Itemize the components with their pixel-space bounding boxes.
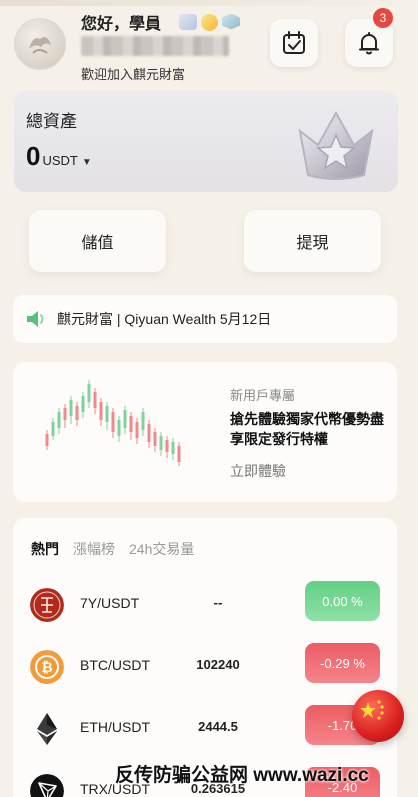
calendar-check-icon <box>283 31 305 54</box>
language-flag-button[interactable] <box>352 690 404 742</box>
withdraw-button[interactable]: 提現 <box>244 210 381 272</box>
welcome-text: 歡迎加入麒元財富 <box>81 67 186 82</box>
pair-name: ETH/USDT <box>80 719 150 735</box>
change-badge: -0.29 % <box>305 643 380 683</box>
gem-badge-icon <box>222 13 241 30</box>
eth-coin-icon <box>37 713 57 745</box>
market-tabs: 熱門 漲幅榜 24h交易量 <box>31 539 194 559</box>
notification-badge: 3 <box>373 8 393 28</box>
last-price: 102240 <box>196 657 240 672</box>
total-assets-card[interactable]: 總資產 0 USDT ▼ <box>14 91 398 192</box>
promo-card[interactable]: 新用戶專屬 搶先體驗獨家代幣優勢盡享限定發行特權 立即體驗 <box>13 362 397 502</box>
greeting-text: 您好，學員 <box>81 16 162 33</box>
total-assets-label: 總資產 <box>26 112 77 131</box>
avatar[interactable] <box>14 18 66 70</box>
member-badges <box>179 13 241 31</box>
deposit-button[interactable]: 儲值 <box>29 210 166 272</box>
china-flag-icon <box>360 700 384 720</box>
change-badge: 0.00 % <box>305 581 380 621</box>
last-price: -- <box>213 595 223 610</box>
assets-amount: 0 <box>26 141 41 171</box>
greeting: 您好，學員 <box>81 10 241 34</box>
watermark: 反传防骗公益网 www.wazi.cc <box>115 765 369 786</box>
market-row[interactable]: 7Y/USDT -- 0.00 % <box>13 578 397 638</box>
market-list: 熱門 漲幅榜 24h交易量 7Y/USDT -- 0.00 % ₿ BTC/US… <box>13 518 397 797</box>
chevron-down-icon[interactable]: ▼ <box>82 157 92 168</box>
header: 您好，學員 歡迎加入麒元財富 <box>14 8 404 82</box>
promo-cta-link[interactable]: 立即體驗 <box>230 461 286 481</box>
crown-star-icon <box>298 110 374 180</box>
gold-badge-icon <box>201 13 219 31</box>
market-row[interactable]: ₿ BTC/USDT 102240 -0.29 % <box>13 640 397 700</box>
market-row[interactable]: ETH/USDT 2444.5 -1.70 <box>13 702 397 762</box>
tab-hot[interactable]: 熱門 <box>31 539 59 559</box>
status-bar <box>0 0 418 6</box>
candlestick-chart-icon <box>45 380 181 466</box>
last-price: 2444.5 <box>198 719 238 734</box>
total-assets-value: 0 USDT ▼ <box>26 141 92 172</box>
svg-text:₿: ₿ <box>41 660 52 676</box>
blurred-user-id <box>81 36 229 56</box>
logo-icon <box>29 37 51 54</box>
announcement-bar[interactable]: 麒元財富 | Qiyuan Wealth 5月12日 <box>13 295 397 343</box>
diamond-badge-icon <box>179 13 198 30</box>
promo-title: 搶先體驗獨家代幣優勢盡享限定發行特權 <box>230 411 384 447</box>
promo-tag: 新用戶專屬 <box>230 388 296 403</box>
btc-coin-icon: ₿ <box>30 650 64 684</box>
bell-icon <box>359 32 379 55</box>
trx-coin-icon <box>30 774 64 797</box>
checkin-button[interactable] <box>270 19 318 67</box>
announcement-text: 麒元財富 | Qiyuan Wealth 5月12日 <box>57 311 272 327</box>
pair-name: BTC/USDT <box>80 657 150 673</box>
7y-coin-icon <box>30 588 64 622</box>
pair-name: 7Y/USDT <box>80 595 140 611</box>
tab-volume[interactable]: 24h交易量 <box>129 539 194 559</box>
tab-gainers[interactable]: 漲幅榜 <box>73 539 115 559</box>
speaker-icon <box>27 311 44 327</box>
assets-unit-selector[interactable]: USDT <box>42 153 77 168</box>
